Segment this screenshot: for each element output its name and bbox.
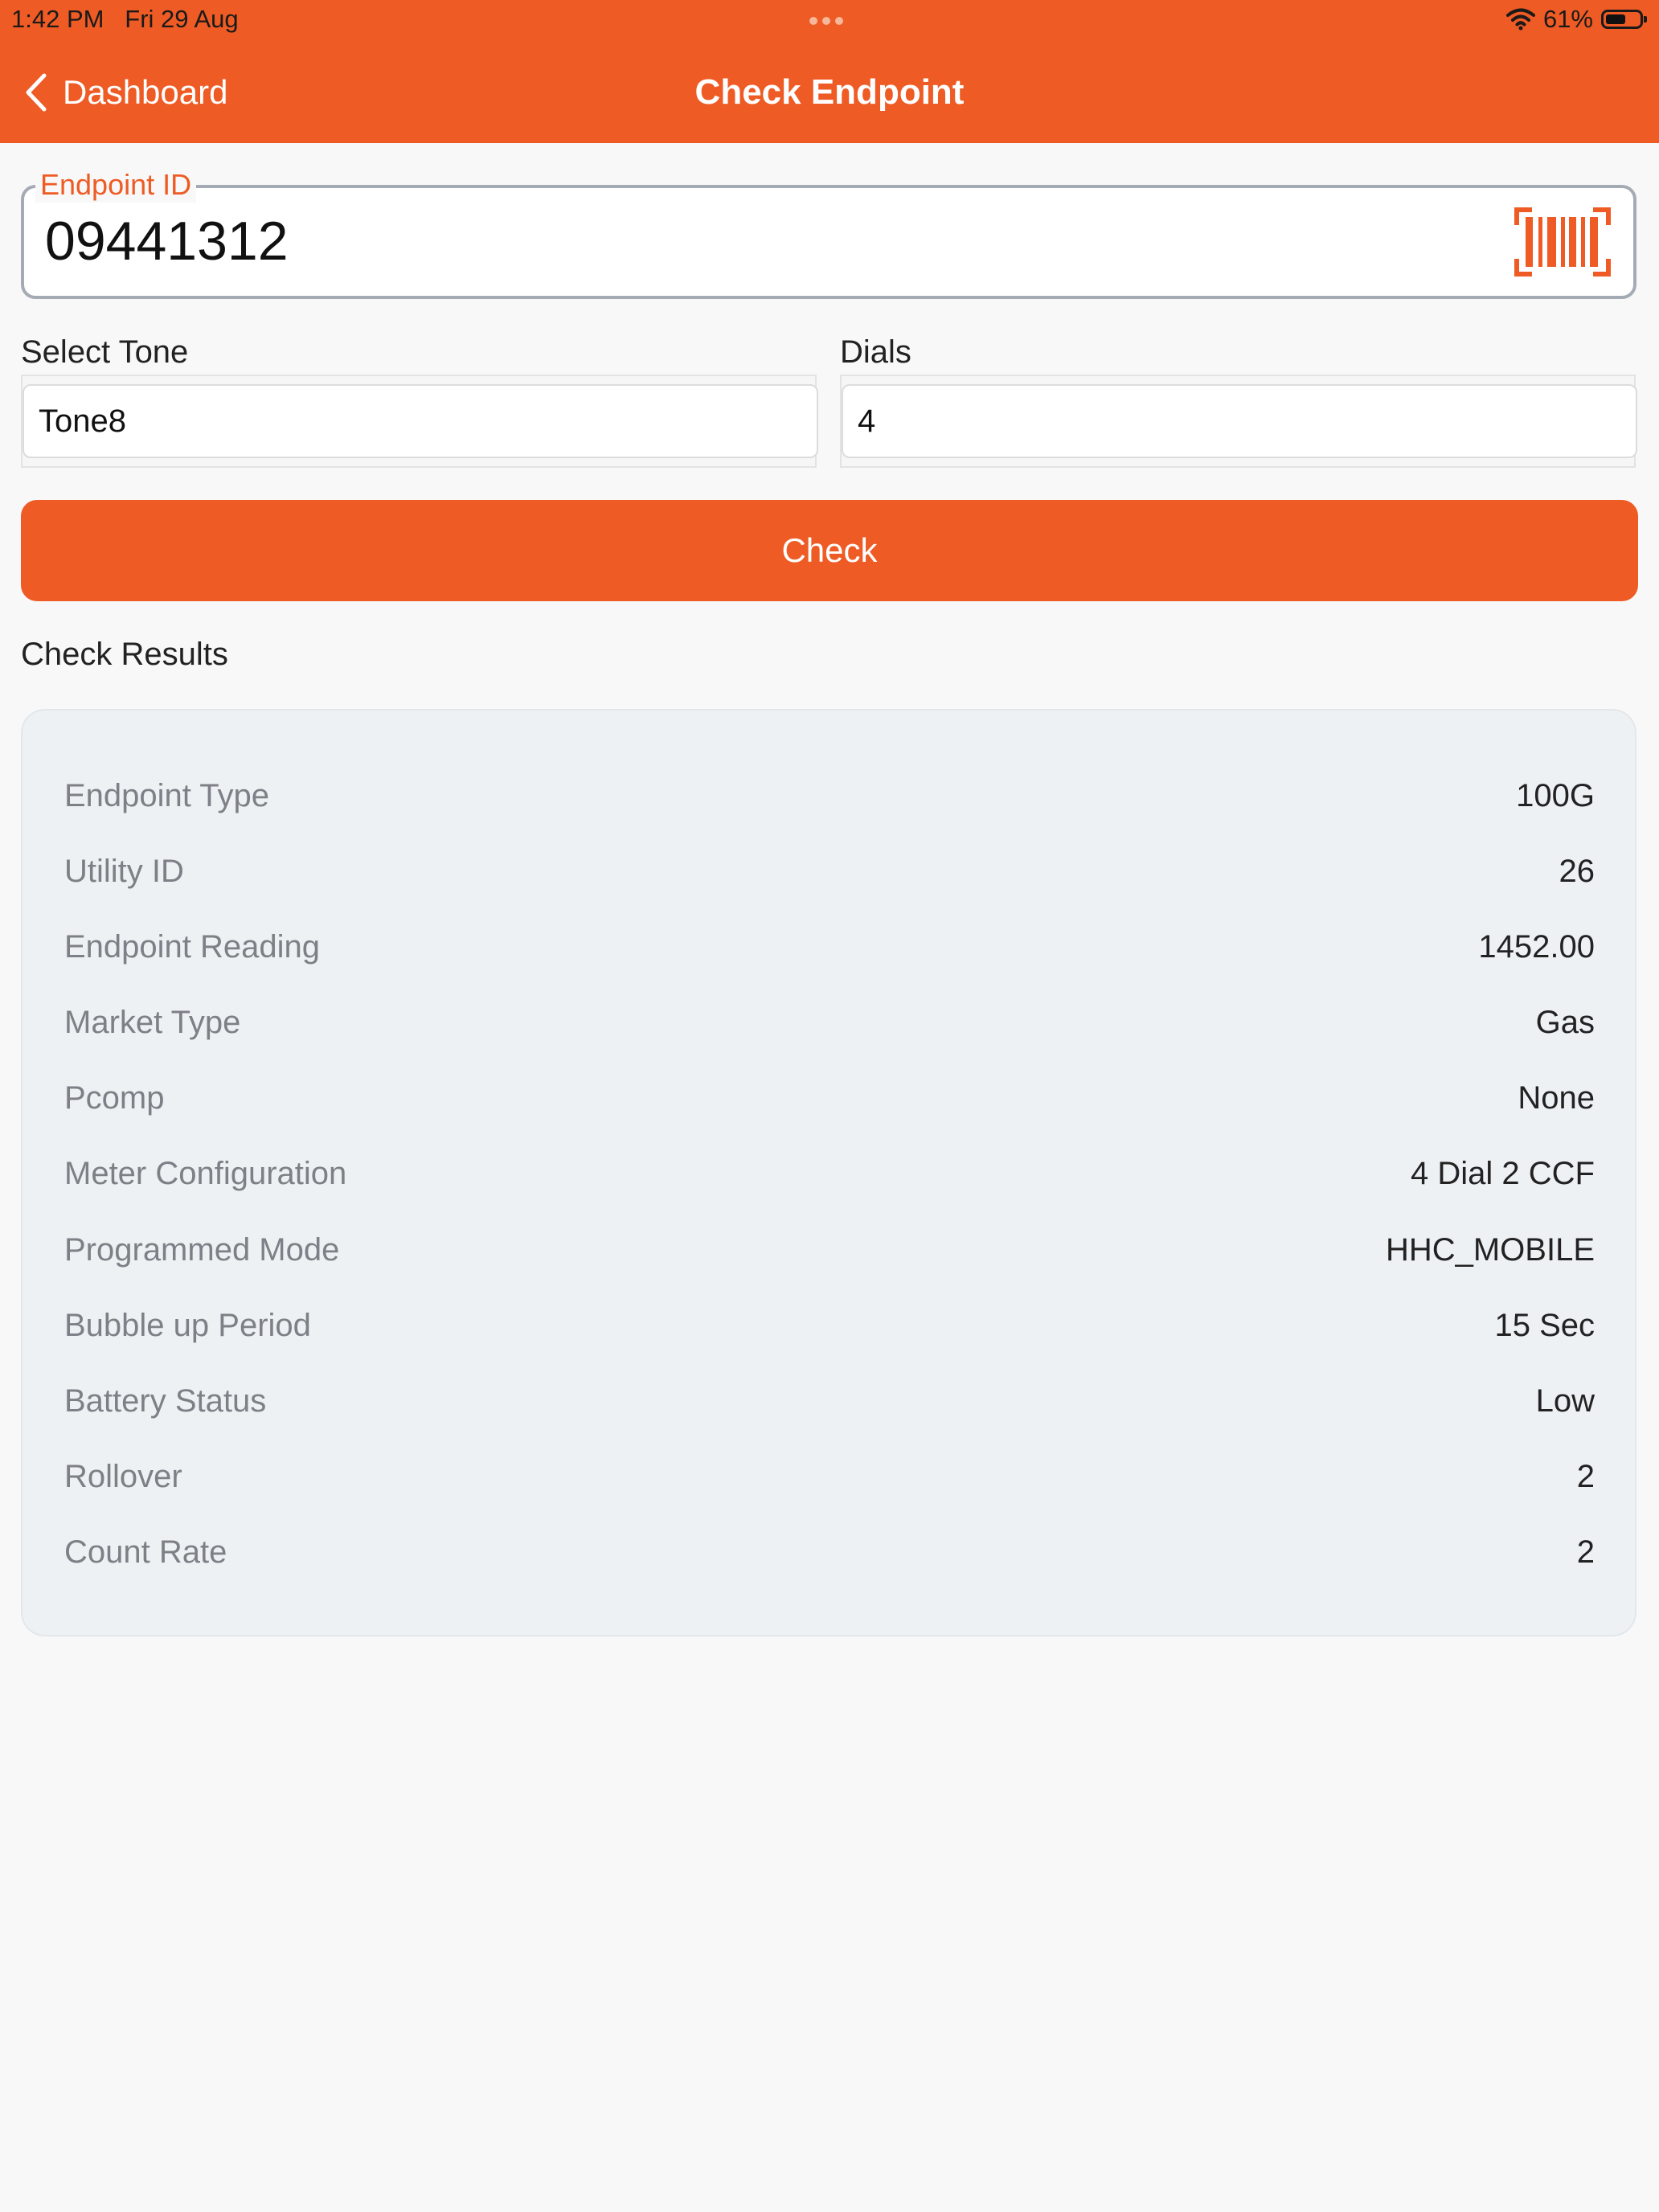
endpoint-id-label: Endpoint ID [35, 167, 197, 203]
result-key: Pcomp [64, 1080, 165, 1116]
result-value: 2 [1576, 1534, 1595, 1570]
result-row: Programmed Mode HHC_MOBILE [43, 1226, 1595, 1274]
status-time: 1:42 PM Fri 29 Aug [11, 5, 239, 33]
result-row: Utility ID 26 [43, 847, 1595, 895]
result-value: 4 Dial 2 CCF [1411, 1156, 1595, 1191]
result-row: Pcomp None [43, 1074, 1595, 1122]
result-value: None [1518, 1080, 1595, 1116]
navigation-bar: 1:42 PM Fri 29 Aug 61% Dashboard Check E… [0, 0, 1659, 143]
result-key: Programmed Mode [64, 1232, 340, 1268]
dials-dropdown[interactable]: 4 [842, 384, 1637, 458]
result-row: Meter Configuration 4 Dial 2 CCF [43, 1149, 1595, 1198]
multitasking-dots[interactable] [807, 14, 846, 29]
endpoint-id-value[interactable]: 09441312 [45, 211, 289, 272]
result-value: Low [1535, 1383, 1595, 1419]
check-results-title: Check Results [21, 637, 228, 672]
result-key: Market Type [64, 1005, 241, 1040]
battery-icon [1601, 10, 1647, 29]
result-value: HHC_MOBILE [1385, 1232, 1595, 1268]
result-row: Bubble up Period 15 Sec [43, 1301, 1595, 1350]
result-value: Gas [1535, 1005, 1595, 1040]
result-row: Endpoint Type 100G [43, 772, 1595, 820]
result-value: 15 Sec [1494, 1308, 1595, 1343]
result-key: Endpoint Type [64, 778, 270, 813]
result-key: Rollover [64, 1459, 182, 1494]
result-value: 26 [1559, 854, 1596, 889]
result-row: Endpoint Reading 1452.00 [43, 923, 1595, 971]
result-value: 100G [1516, 778, 1595, 813]
page-title: Check Endpoint [694, 72, 965, 112]
result-key: Endpoint Reading [64, 929, 321, 965]
battery-percent: 61% [1542, 5, 1593, 33]
wifi-icon [1505, 8, 1535, 31]
result-value: 2 [1576, 1459, 1595, 1494]
status-indicators: 61% [1505, 5, 1647, 34]
result-key: Count Rate [64, 1534, 227, 1570]
result-row: Market Type Gas [43, 998, 1595, 1047]
result-row: Count Rate 2 [43, 1528, 1595, 1576]
result-row: Battery Status Low [43, 1377, 1595, 1425]
result-row: Rollover 2 [43, 1452, 1595, 1501]
select-tone-dropdown[interactable]: Tone8 [23, 384, 818, 458]
check-button[interactable]: Check [21, 500, 1638, 601]
dials-label: Dials [840, 334, 911, 370]
select-tone-label: Select Tone [21, 334, 189, 370]
barcode-scan-icon[interactable] [1514, 207, 1611, 276]
status-date: Fri 29 Aug [125, 5, 239, 33]
result-key: Battery Status [64, 1383, 267, 1419]
result-key: Meter Configuration [64, 1156, 347, 1191]
result-value: 1452.00 [1478, 929, 1595, 965]
result-key: Utility ID [64, 854, 184, 889]
result-key: Bubble up Period [64, 1308, 311, 1343]
